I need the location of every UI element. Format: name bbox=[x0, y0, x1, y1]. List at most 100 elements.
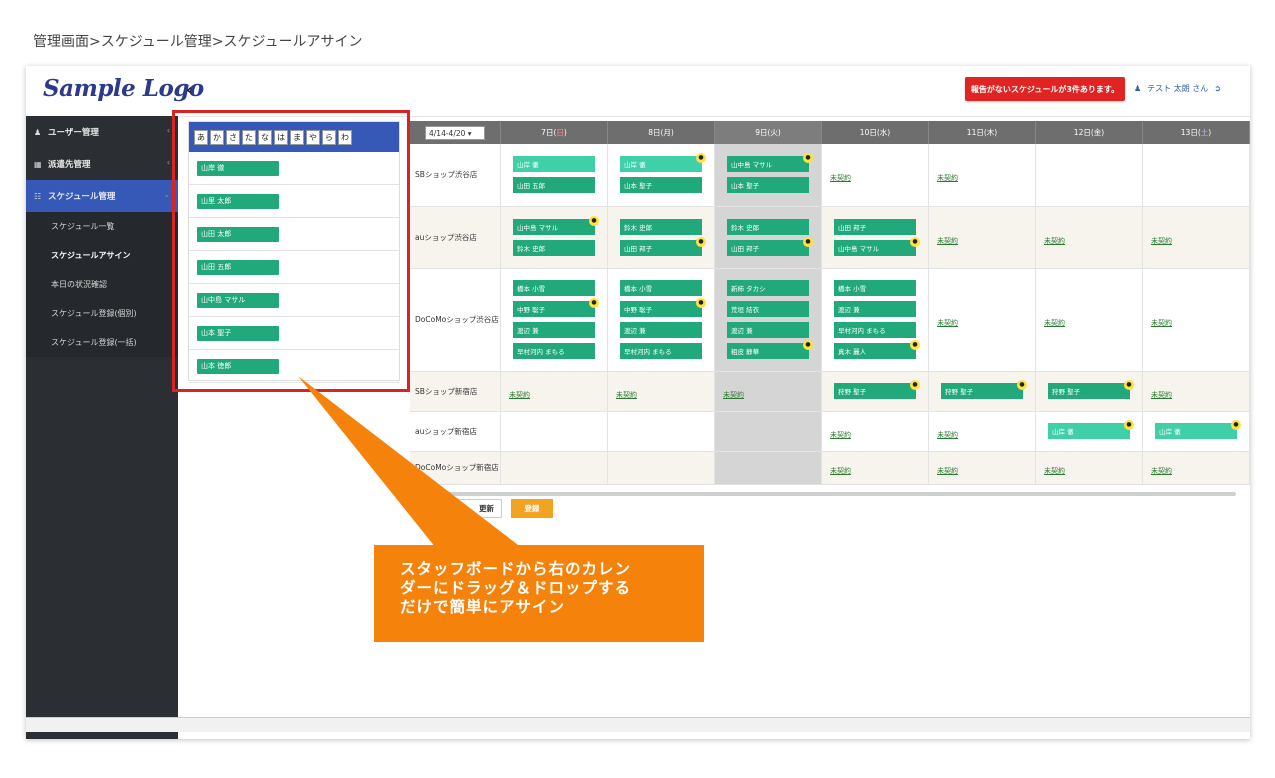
not-contracted-link[interactable]: 未契約 bbox=[715, 391, 744, 399]
week-select[interactable]: 4/14-4/20 ▾ bbox=[425, 125, 485, 140]
calendar-cell[interactable]: 未契約 bbox=[928, 206, 1036, 269]
assigned-staff-chip[interactable]: 狩野 聖子 ● bbox=[834, 380, 920, 399]
calendar-cell[interactable]: 未契約 bbox=[1142, 371, 1250, 412]
assigned-staff-chip[interactable]: 狩野 聖子 ● bbox=[941, 380, 1027, 399]
assigned-staff-chip[interactable]: 鈴木 史郎 bbox=[513, 239, 595, 256]
logo[interactable]: Sample Logo bbox=[43, 75, 204, 102]
sidebar-item-schedule[interactable]: ☷ スケジュール管理 ⌄ bbox=[26, 180, 178, 212]
calendar-cell[interactable]: 狩野 聖子 ● bbox=[1035, 371, 1143, 412]
assigned-staff-chip[interactable]: 鈴木 史郎 bbox=[620, 218, 702, 235]
assigned-staff-chip[interactable]: 鈴木 史郎 bbox=[727, 218, 809, 235]
user-menu[interactable]: ♟ テスト 太朗 さん ➲ bbox=[1134, 83, 1221, 94]
staff-chip[interactable]: 山田 太郎 bbox=[197, 226, 279, 242]
logout-icon[interactable]: ➲ bbox=[1214, 84, 1221, 93]
calendar-cell[interactable]: 未契約 bbox=[1142, 206, 1250, 269]
staff-chip[interactable]: 山里 太郎 bbox=[197, 193, 279, 209]
submenu-register-single[interactable]: スケジュール登録(個別) bbox=[26, 299, 178, 328]
calendar-cell[interactable]: 橋本 小雪 中野 聡子 ● 渡辺 兼早村河内 まもる bbox=[500, 268, 608, 372]
calendar-cell[interactable]: 未契約 bbox=[607, 371, 715, 412]
staff-chip[interactable]: 山本 徳郎 bbox=[197, 358, 279, 374]
collapse-sidebar-icon[interactable]: ‹ bbox=[186, 80, 193, 99]
calendar-cell[interactable]: 山田 邦子 山中島 マサル ● bbox=[821, 206, 929, 269]
not-contracted-link[interactable]: 未契約 bbox=[1036, 319, 1065, 327]
calendar-cell[interactable]: 未契約 bbox=[1035, 451, 1143, 485]
not-contracted-link[interactable]: 未契約 bbox=[1143, 237, 1172, 245]
kana-filter-button[interactable]: な bbox=[258, 129, 272, 145]
calendar-cell[interactable]: 橋本 小雪 中野 聡子 ● 渡辺 兼早村河内 まもる bbox=[607, 268, 715, 372]
calendar-cell[interactable]: 橋本 小雪渡辺 兼早村河内 まもる 真木 麗人 ● bbox=[821, 268, 929, 372]
staff-chip[interactable]: 山岸 徹 bbox=[197, 160, 279, 176]
assigned-staff-chip[interactable]: 山田 邦子 ● bbox=[620, 236, 706, 256]
assigned-staff-chip[interactable]: 渡辺 兼 bbox=[620, 322, 702, 338]
kana-filter-button[interactable]: や bbox=[306, 129, 320, 145]
assigned-staff-chip[interactable]: 山岸 徹 ● bbox=[1048, 420, 1134, 439]
assigned-staff-chip[interactable]: 渡辺 兼 bbox=[727, 322, 809, 338]
assigned-staff-chip[interactable]: 山本 聖子 bbox=[727, 177, 809, 194]
assigned-staff-chip[interactable]: 橋本 小雪 bbox=[834, 280, 916, 296]
calendar-cell[interactable]: 未契約 bbox=[821, 411, 929, 452]
assigned-staff-chip[interactable]: 真木 麗人 ● bbox=[834, 340, 920, 359]
assigned-staff-chip[interactable]: 山田 邦子 bbox=[834, 218, 916, 235]
calendar-cell[interactable]: 未契約 bbox=[500, 371, 608, 412]
kana-filter-button[interactable]: は bbox=[274, 129, 288, 145]
not-contracted-link[interactable]: 未契約 bbox=[822, 467, 851, 475]
assigned-staff-chip[interactable]: 山中島 マサル ● bbox=[727, 153, 813, 173]
calendar-cell[interactable]: 山岸 徹 ● 山本 聖子 bbox=[607, 144, 715, 207]
kana-filter-button[interactable]: ら bbox=[322, 129, 336, 145]
calendar-cell[interactable] bbox=[1035, 144, 1143, 207]
not-contracted-link[interactable]: 未契約 bbox=[929, 174, 958, 182]
not-contracted-link[interactable]: 未契約 bbox=[929, 319, 958, 327]
submenu-register-bulk[interactable]: スケジュール登録(一括) bbox=[26, 328, 178, 357]
submenu-schedule-list[interactable]: スケジュール一覧 bbox=[26, 212, 178, 241]
calendar-cell[interactable]: 鈴木 史郎 山田 邦子 ● bbox=[607, 206, 715, 269]
calendar-cell[interactable]: 未契約 bbox=[1142, 451, 1250, 485]
assigned-staff-chip[interactable]: 狩野 聖子 ● bbox=[1048, 380, 1134, 399]
calendar-cell[interactable]: 未契約 bbox=[821, 451, 929, 485]
calendar-cell[interactable]: 山岸 徹 ● bbox=[1035, 411, 1143, 452]
not-contracted-link[interactable]: 未契約 bbox=[1143, 319, 1172, 327]
staff-chip[interactable]: 山本 聖子 bbox=[197, 325, 279, 341]
calendar-cell[interactable]: 未契約 bbox=[928, 144, 1036, 207]
calendar-cell[interactable] bbox=[714, 411, 822, 452]
calendar-cell[interactable] bbox=[607, 411, 715, 452]
not-contracted-link[interactable]: 未契約 bbox=[929, 237, 958, 245]
kana-filter-button[interactable]: か bbox=[210, 129, 224, 145]
register-button[interactable]: 登録 bbox=[511, 499, 553, 518]
assigned-staff-chip[interactable]: 橋本 小雪 bbox=[620, 280, 702, 296]
kana-filter-button[interactable]: わ bbox=[338, 129, 352, 145]
submenu-schedule-assign[interactable]: スケジュールアサイン bbox=[26, 241, 178, 270]
calendar-cell[interactable] bbox=[607, 451, 715, 485]
sidebar-item-users[interactable]: ♟ ユーザー管理 ‹ bbox=[26, 116, 178, 148]
calendar-cell[interactable]: 山岸 徹 ● bbox=[1142, 411, 1250, 452]
not-contracted-link[interactable]: 未契約 bbox=[1036, 467, 1065, 475]
assigned-staff-chip[interactable]: 山本 聖子 bbox=[620, 177, 702, 194]
unreported-alert-button[interactable]: 報告がないスケジュールが3件あります。 bbox=[965, 77, 1125, 101]
assigned-staff-chip[interactable]: 橋本 小雪 bbox=[513, 280, 595, 296]
update-button[interactable]: 更新 bbox=[452, 499, 502, 518]
assigned-staff-chip[interactable]: 早村河内 まもる bbox=[834, 322, 916, 338]
calendar-cell[interactable] bbox=[1142, 144, 1250, 207]
calendar-cell[interactable]: 山中島 マサル ● 山本 聖子 bbox=[714, 144, 822, 207]
kana-filter-button[interactable]: ま bbox=[290, 129, 304, 145]
calendar-cell[interactable]: 未契約 bbox=[1142, 268, 1250, 372]
calendar-cell[interactable]: 鈴木 史郎 山田 邦子 ● bbox=[714, 206, 822, 269]
assigned-staff-chip[interactable]: 渡辺 兼 bbox=[834, 301, 916, 317]
assigned-staff-chip[interactable]: 新柿 タカシ bbox=[727, 280, 809, 296]
not-contracted-link[interactable]: 未契約 bbox=[822, 431, 851, 439]
assigned-staff-chip[interactable]: 山田 邦子 ● bbox=[727, 236, 813, 256]
assigned-staff-chip[interactable]: 山岸 徹 ● bbox=[1155, 420, 1241, 439]
submenu-today-status[interactable]: 本日の状況確認 bbox=[26, 270, 178, 299]
calendar-cell[interactable]: 狩野 聖子 ● bbox=[928, 371, 1036, 412]
assigned-staff-chip[interactable]: 山岸 徹 bbox=[513, 156, 595, 173]
not-contracted-link[interactable]: 未契約 bbox=[608, 391, 637, 399]
assigned-staff-chip[interactable]: 渡辺 兼 bbox=[513, 322, 595, 338]
kana-filter-button[interactable]: た bbox=[242, 129, 256, 145]
assigned-staff-chip[interactable]: 山中島 マサル ● bbox=[834, 236, 920, 256]
not-contracted-link[interactable]: 未契約 bbox=[1143, 467, 1172, 475]
calendar-cell[interactable]: 未契約 bbox=[928, 411, 1036, 452]
sidebar-item-clients[interactable]: ▦ 派遣先管理 ‹ bbox=[26, 148, 178, 180]
not-contracted-link[interactable]: 未契約 bbox=[1143, 391, 1172, 399]
calendar-cell[interactable] bbox=[500, 411, 608, 452]
not-contracted-link[interactable]: 未契約 bbox=[822, 174, 851, 182]
calendar-cell[interactable]: 狩野 聖子 ● bbox=[821, 371, 929, 412]
